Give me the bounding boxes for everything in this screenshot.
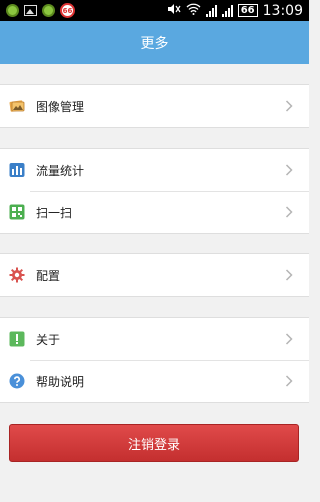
wifi-icon <box>186 3 201 19</box>
help-icon <box>9 373 25 389</box>
menu-item-traffic-stats[interactable]: 流量统计 <box>0 149 309 191</box>
chevron-right-icon <box>279 100 299 112</box>
menu-item-help[interactable]: 帮助说明 <box>0 360 309 402</box>
traffic-stats-icon <box>9 162 25 178</box>
about-icon <box>9 331 25 347</box>
image-notification-icon <box>24 5 37 16</box>
status-bar: 66 66 13:09 <box>0 0 309 21</box>
clock: 13:09 <box>262 2 303 19</box>
menu-item-image-management[interactable]: 图像管理 <box>0 85 309 127</box>
chevron-right-icon <box>279 375 299 387</box>
menu-item-label: 关于 <box>36 332 61 347</box>
menu-item-label: 图像管理 <box>36 99 85 114</box>
mute-icon <box>167 3 181 19</box>
menu-group-info: 关于 帮助说明 <box>0 317 309 403</box>
status-bar-notifications: 66 <box>6 3 75 18</box>
menu-item-label: 帮助说明 <box>36 374 85 389</box>
menu-item-about[interactable]: 关于 <box>0 318 309 360</box>
menu-group-tools: 流量统计 扫一扫 <box>0 148 309 234</box>
menu-item-label: 流量统计 <box>36 163 85 178</box>
logout-button-label: 注销登录 <box>127 437 180 453</box>
chevron-right-icon <box>279 269 299 281</box>
app-notification-icon <box>6 4 19 17</box>
menu-group-image: 图像管理 <box>0 84 309 128</box>
page-title: 更多 <box>140 35 169 52</box>
title-bar: 更多 <box>0 21 309 64</box>
menu-item-label: 扫一扫 <box>36 205 73 220</box>
signal-icon <box>205 4 217 17</box>
chevron-right-icon <box>279 164 299 176</box>
signal-icon <box>221 4 233 17</box>
gear-icon <box>9 267 25 283</box>
menu-item-scan[interactable]: 扫一扫 <box>0 191 309 233</box>
notification-badge-icon: 66 <box>60 3 75 18</box>
logout-button[interactable]: 注销登录 <box>9 424 299 462</box>
status-bar-indicators: 66 13:09 <box>167 3 303 19</box>
menu-group-settings: 配置 <box>0 253 309 297</box>
battery-icon: 66 <box>237 4 258 17</box>
menu-item-settings[interactable]: 配置 <box>0 254 309 296</box>
app-notification-icon <box>42 4 55 17</box>
qr-scan-icon <box>9 204 25 220</box>
menu-item-label: 配置 <box>36 268 61 283</box>
chevron-right-icon <box>279 206 299 218</box>
chevron-right-icon <box>279 333 299 345</box>
image-manage-icon <box>9 98 25 114</box>
